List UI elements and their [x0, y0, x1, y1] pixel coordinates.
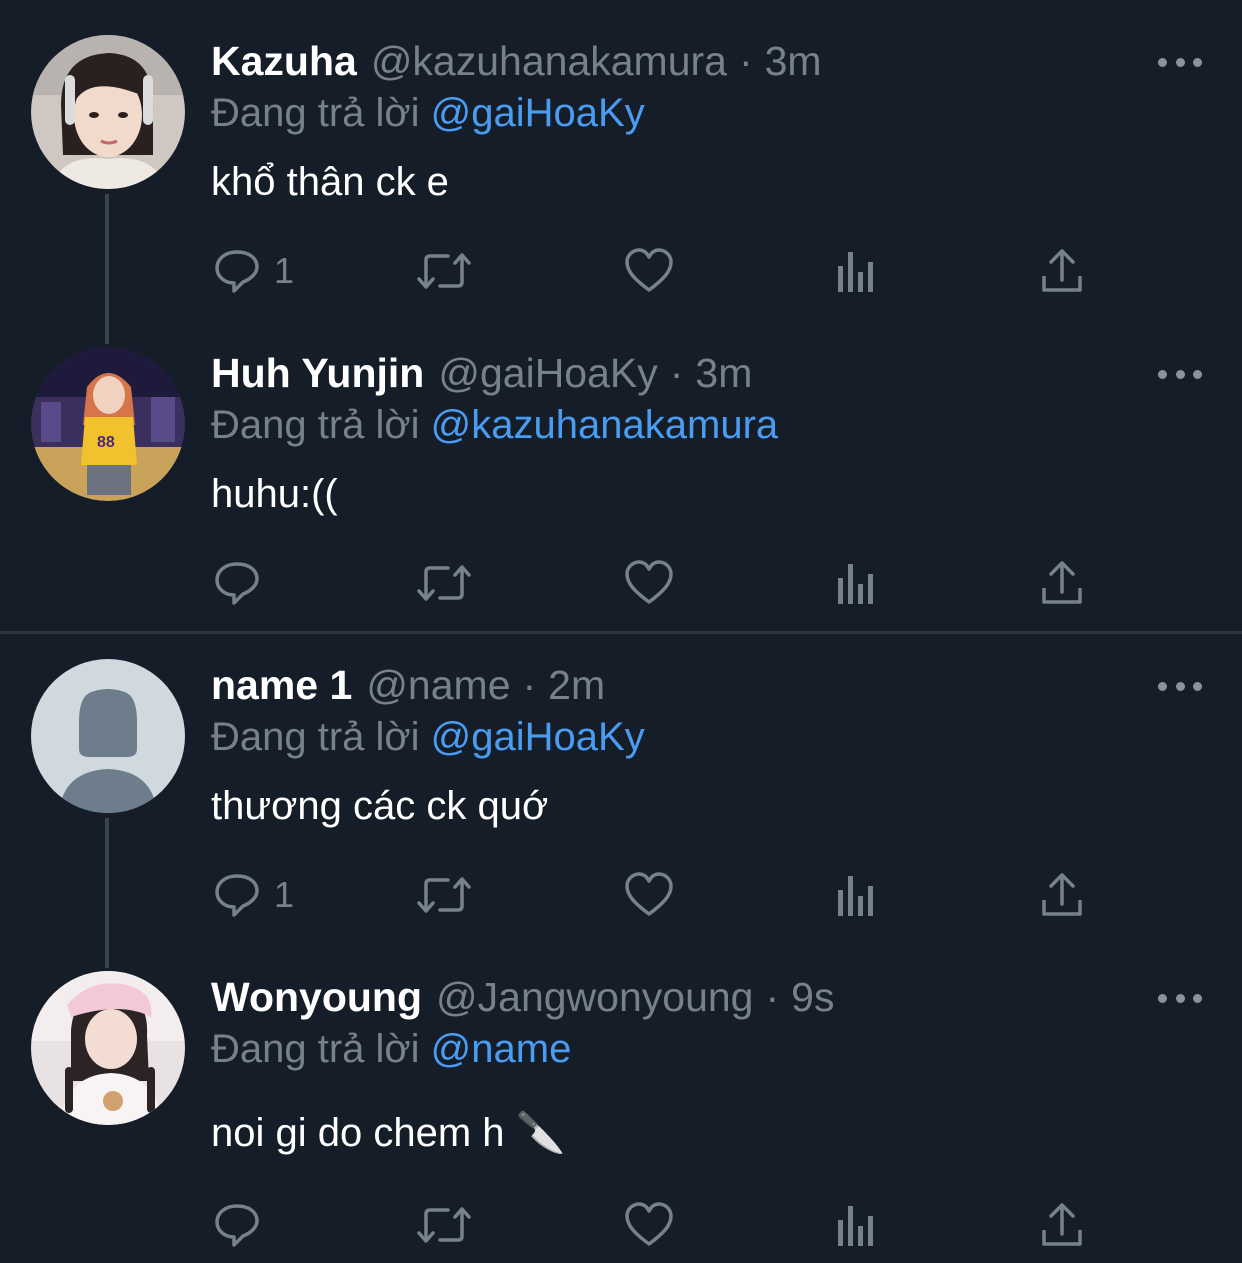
three-dots-icon [1158, 681, 1167, 691]
user-handle[interactable]: @kazuhanakamura [371, 38, 727, 84]
speech-bubble-icon [215, 1204, 259, 1247]
retweet-arrows-icon [417, 253, 471, 289]
like-button[interactable] [624, 558, 674, 608]
more-options-button[interactable] [1158, 367, 1202, 381]
views-button[interactable] [834, 870, 878, 920]
tweet-actions [0, 558, 1242, 608]
timestamp[interactable]: 3m [695, 350, 752, 396]
svg-text:88: 88 [97, 434, 115, 451]
replying-to-label: Đang trả lời [211, 403, 420, 447]
separator-dot: · [669, 350, 684, 396]
retweet-button[interactable] [416, 1200, 472, 1250]
replying-to-line: Đang trả lời @gaiHoaKy [211, 90, 645, 136]
more-options-button[interactable] [1158, 55, 1202, 69]
three-dots-icon [1158, 369, 1167, 379]
tweet-header: Kazuha @kazuhanakamura · 3m [211, 38, 822, 84]
speech-bubble-icon [215, 874, 259, 917]
upload-arrow-icon [1042, 561, 1082, 604]
like-button[interactable] [624, 1200, 674, 1250]
speech-bubble-icon [215, 562, 259, 605]
reply-count: 1 [274, 250, 295, 291]
views-button[interactable] [834, 558, 878, 608]
tweet-actions [0, 1200, 1242, 1250]
retweet-button[interactable] [416, 558, 472, 608]
tweet-header: Huh Yunjin @gaiHoaKy · 3m [211, 350, 752, 396]
three-dots-icon [1158, 57, 1167, 67]
display-name[interactable]: name 1 [211, 662, 352, 708]
mention-link[interactable]: @gaiHoaKy [431, 91, 645, 135]
tweet-actions: 1 [0, 246, 1242, 296]
timestamp[interactable]: 2m [548, 662, 605, 708]
reply-count: 1 [274, 874, 295, 915]
display-name[interactable]: Kazuha [211, 38, 357, 84]
mention-link[interactable]: @kazuhanakamura [431, 403, 778, 447]
separator-dot: · [522, 662, 537, 708]
avatar-wonyoung[interactable] [31, 971, 185, 1125]
share-button[interactable] [1040, 870, 1084, 920]
tweet-text: huhu:(( [211, 472, 338, 516]
replying-to-label: Đang trả lời [211, 715, 420, 759]
tweet-header: Wonyoung @Jangwonyoung · 9s [211, 974, 834, 1020]
views-button[interactable] [834, 1200, 878, 1250]
reply-button[interactable]: 1 [212, 870, 294, 920]
tweet-header: name 1 @name · 2m [211, 662, 605, 708]
share-button[interactable] [1040, 558, 1084, 608]
speech-bubble-icon [215, 250, 259, 293]
reply-button[interactable]: 1 [212, 246, 294, 296]
heart-icon [625, 872, 673, 916]
separator-dot: · [765, 974, 780, 1020]
upload-arrow-icon [1042, 873, 1082, 916]
share-button[interactable] [1040, 1200, 1084, 1250]
tweet-actions: 1 [0, 870, 1242, 920]
heart-icon [625, 1202, 673, 1246]
like-button[interactable] [624, 246, 674, 296]
bar-chart-icon [838, 564, 873, 604]
retweet-button[interactable] [416, 870, 472, 920]
more-options-button[interactable] [1158, 991, 1202, 1005]
mention-link[interactable]: @name [431, 1027, 572, 1071]
retweet-arrows-icon [417, 877, 471, 913]
views-button[interactable] [834, 246, 878, 296]
like-button[interactable] [624, 870, 674, 920]
bar-chart-icon [838, 876, 873, 916]
upload-arrow-icon [1042, 249, 1082, 292]
mention-link[interactable]: @gaiHoaKy [431, 715, 645, 759]
replying-to-label: Đang trả lời [211, 1027, 420, 1071]
reply-button[interactable] [212, 558, 274, 608]
replying-to-line: Đang trả lời @gaiHoaKy [211, 714, 645, 760]
tweet-text: khổ thân ck e [211, 160, 449, 204]
avatar-huh-yunjin[interactable]: 88 [31, 347, 185, 501]
timestamp[interactable]: 9s [791, 974, 834, 1020]
bar-chart-icon [838, 1206, 873, 1246]
more-options-button[interactable] [1158, 679, 1202, 693]
replying-to-label: Đang trả lời [211, 91, 420, 135]
replying-to-line: Đang trả lời @name [211, 1026, 571, 1072]
retweet-button[interactable] [416, 246, 472, 296]
bar-chart-icon [838, 252, 873, 292]
retweet-arrows-icon [417, 565, 471, 601]
avatar-kazuha[interactable] [31, 35, 185, 189]
display-name[interactable]: Wonyoung [211, 974, 422, 1020]
separator-dot: · [738, 38, 753, 84]
timestamp[interactable]: 3m [765, 38, 822, 84]
reply-button[interactable] [212, 1200, 274, 1250]
heart-icon [625, 560, 673, 604]
share-button[interactable] [1040, 246, 1084, 296]
tweet-text: thương các ck quớ [211, 784, 549, 828]
user-handle[interactable]: @gaiHoaKy [438, 350, 657, 396]
avatar-default-profile[interactable] [31, 659, 185, 813]
user-handle[interactable]: @name [366, 662, 510, 708]
retweet-arrows-icon [417, 1207, 471, 1243]
display-name[interactable]: Huh Yunjin [211, 350, 424, 396]
user-handle[interactable]: @Jangwonyoung [436, 974, 753, 1020]
heart-icon [625, 248, 673, 292]
three-dots-icon [1158, 993, 1167, 1003]
replying-to-line: Đang trả lời @kazuhanakamura [211, 402, 778, 448]
conversation-divider [0, 631, 1242, 634]
upload-arrow-icon [1042, 1203, 1082, 1246]
tweet-text: noi gi do chem h 🔪 [211, 1111, 566, 1155]
